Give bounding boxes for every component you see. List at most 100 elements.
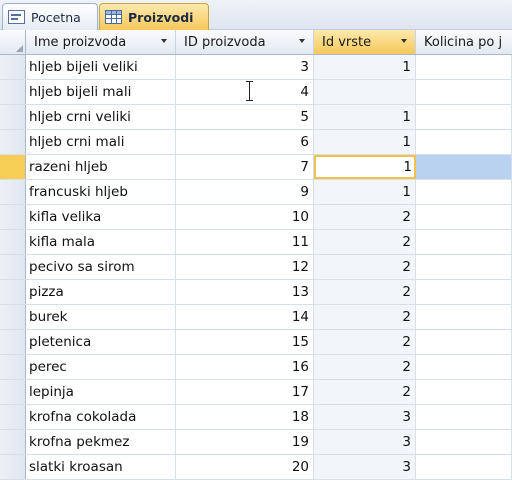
cell-kolicina[interactable] <box>416 455 512 479</box>
cell-ime-proizvoda[interactable]: hljeb bijeli veliki <box>26 55 176 79</box>
record-selector[interactable] <box>0 380 26 404</box>
cell-id-proizvoda[interactable]: 11 <box>176 230 314 254</box>
cell-id-proizvoda[interactable]: 3 <box>176 55 314 79</box>
cell-id-proizvoda[interactable]: 4 <box>176 80 314 104</box>
cell-ime-proizvoda[interactable]: lepinja <box>26 380 176 404</box>
table-row[interactable]: pecivo sa sirom 12 2 <box>0 255 512 280</box>
cell-id-vrste[interactable] <box>314 80 416 104</box>
tab-proizvodi[interactable]: Proizvodi <box>99 3 209 30</box>
cell-kolicina[interactable] <box>416 380 512 404</box>
cell-kolicina[interactable] <box>416 330 512 354</box>
cell-id-vrste[interactable]: 1 <box>314 105 416 129</box>
record-selector[interactable] <box>0 430 26 454</box>
table-row[interactable]: kifla mala 11 2 <box>0 230 512 255</box>
cell-id-vrste[interactable]: 3 <box>314 405 416 429</box>
column-header-id-vrste[interactable]: Id vrste <box>314 30 416 54</box>
record-selector[interactable] <box>0 205 26 229</box>
record-selector[interactable] <box>0 455 26 479</box>
record-selector[interactable] <box>0 180 26 204</box>
cell-kolicina[interactable] <box>416 205 512 229</box>
cell-kolicina[interactable] <box>416 80 512 104</box>
table-row[interactable]: slatki kroasan 20 3 <box>0 455 512 480</box>
cell-ime-proizvoda[interactable]: pizza <box>26 280 176 304</box>
record-selector[interactable] <box>0 330 26 354</box>
record-selector[interactable] <box>0 255 26 279</box>
table-row[interactable]: pizza 13 2 <box>0 280 512 305</box>
cell-id-proizvoda[interactable]: 15 <box>176 330 314 354</box>
cell-ime-proizvoda[interactable]: pletenica <box>26 330 176 354</box>
select-all-button[interactable] <box>0 30 26 54</box>
cell-id-vrste[interactable]: 2 <box>314 205 416 229</box>
tab-pocetna[interactable]: Pocetna <box>2 3 98 30</box>
table-row[interactable]: kifla velika 10 2 <box>0 205 512 230</box>
cell-kolicina[interactable] <box>416 255 512 279</box>
record-selector[interactable] <box>0 405 26 429</box>
cell-id-vrste[interactable]: 2 <box>314 305 416 329</box>
cell-ime-proizvoda[interactable]: kifla mala <box>26 230 176 254</box>
record-selector[interactable] <box>0 305 26 329</box>
table-row[interactable]: perec 16 2 <box>0 355 512 380</box>
cell-kolicina[interactable] <box>416 55 512 79</box>
cell-ime-proizvoda[interactable]: perec <box>26 355 176 379</box>
cell-ime-proizvoda[interactable]: burek <box>26 305 176 329</box>
cell-id-proizvoda[interactable]: 19 <box>176 430 314 454</box>
table-row[interactable]: pletenica 15 2 <box>0 330 512 355</box>
cell-kolicina[interactable] <box>416 430 512 454</box>
column-header-kolicina[interactable]: Kolicina po j <box>416 30 512 54</box>
cell-kolicina[interactable] <box>416 230 512 254</box>
cell-id-proizvoda[interactable]: 6 <box>176 130 314 154</box>
cell-id-proizvoda[interactable]: 7 <box>176 155 314 179</box>
cell-id-vrste[interactable]: 2 <box>314 255 416 279</box>
table-row[interactable]: krofna pekmez 19 3 <box>0 430 512 455</box>
cell-id-vrste[interactable]: 3 <box>314 430 416 454</box>
record-selector[interactable] <box>0 130 26 154</box>
table-row[interactable]: hljeb crni veliki 5 1 <box>0 105 512 130</box>
record-selector[interactable] <box>0 230 26 254</box>
cell-kolicina[interactable] <box>416 405 512 429</box>
cell-id-vrste[interactable]: 1 <box>314 130 416 154</box>
cell-id-proizvoda[interactable]: 13 <box>176 280 314 304</box>
cell-id-vrste[interactable]: 3 <box>314 455 416 479</box>
dropdown-arrow-icon[interactable] <box>299 39 305 43</box>
cell-id-proizvoda[interactable]: 14 <box>176 305 314 329</box>
table-row[interactable]: krofna cokolada 18 3 <box>0 405 512 430</box>
table-row[interactable]: hljeb bijeli mali 4 <box>0 80 512 105</box>
record-selector[interactable] <box>0 80 26 104</box>
cell-id-proizvoda[interactable]: 17 <box>176 380 314 404</box>
cell-kolicina[interactable] <box>416 130 512 154</box>
cell-id-proizvoda[interactable]: 5 <box>176 105 314 129</box>
table-row[interactable]: hljeb crni mali 6 1 <box>0 130 512 155</box>
dropdown-arrow-icon[interactable] <box>161 39 167 43</box>
cell-kolicina[interactable] <box>416 305 512 329</box>
cell-ime-proizvoda[interactable]: francuski hljeb <box>26 180 176 204</box>
cell-id-vrste[interactable]: 2 <box>314 280 416 304</box>
cell-id-proizvoda[interactable]: 20 <box>176 455 314 479</box>
cell-id-proizvoda[interactable]: 9 <box>176 180 314 204</box>
record-selector[interactable] <box>0 105 26 129</box>
table-row[interactable]: lepinja 17 2 <box>0 380 512 405</box>
column-header-ime-proizvoda[interactable]: Ime proizvoda <box>26 30 176 54</box>
cell-ime-proizvoda[interactable]: hljeb crni mali <box>26 130 176 154</box>
column-header-id-proizvoda[interactable]: ID proizvoda <box>176 30 314 54</box>
cell-ime-proizvoda[interactable]: kifla velika <box>26 205 176 229</box>
cell-ime-proizvoda[interactable]: hljeb bijeli mali <box>26 80 176 104</box>
record-selector[interactable] <box>0 55 26 79</box>
cell-kolicina[interactable] <box>416 180 512 204</box>
cell-id-proizvoda[interactable]: 10 <box>176 205 314 229</box>
cell-id-vrste[interactable]: 1 <box>314 180 416 204</box>
cell-id-vrste[interactable]: 2 <box>314 230 416 254</box>
cell-kolicina[interactable] <box>416 280 512 304</box>
record-selector[interactable] <box>0 355 26 379</box>
dropdown-arrow-icon[interactable] <box>401 39 407 43</box>
cell-ime-proizvoda[interactable]: hljeb crni veliki <box>26 105 176 129</box>
table-row[interactable]: razeni hljeb 7 1 <box>0 155 512 180</box>
cell-ime-proizvoda[interactable]: slatki kroasan <box>26 455 176 479</box>
cell-kolicina[interactable] <box>416 105 512 129</box>
cell-id-proizvoda[interactable]: 12 <box>176 255 314 279</box>
cell-id-vrste[interactable]: 2 <box>314 355 416 379</box>
table-row[interactable]: francuski hljeb 9 1 <box>0 180 512 205</box>
cell-ime-proizvoda[interactable]: krofna pekmez <box>26 430 176 454</box>
cell-ime-proizvoda[interactable]: krofna cokolada <box>26 405 176 429</box>
cell-id-vrste[interactable]: 1 <box>314 55 416 79</box>
record-selector[interactable] <box>0 155 26 179</box>
